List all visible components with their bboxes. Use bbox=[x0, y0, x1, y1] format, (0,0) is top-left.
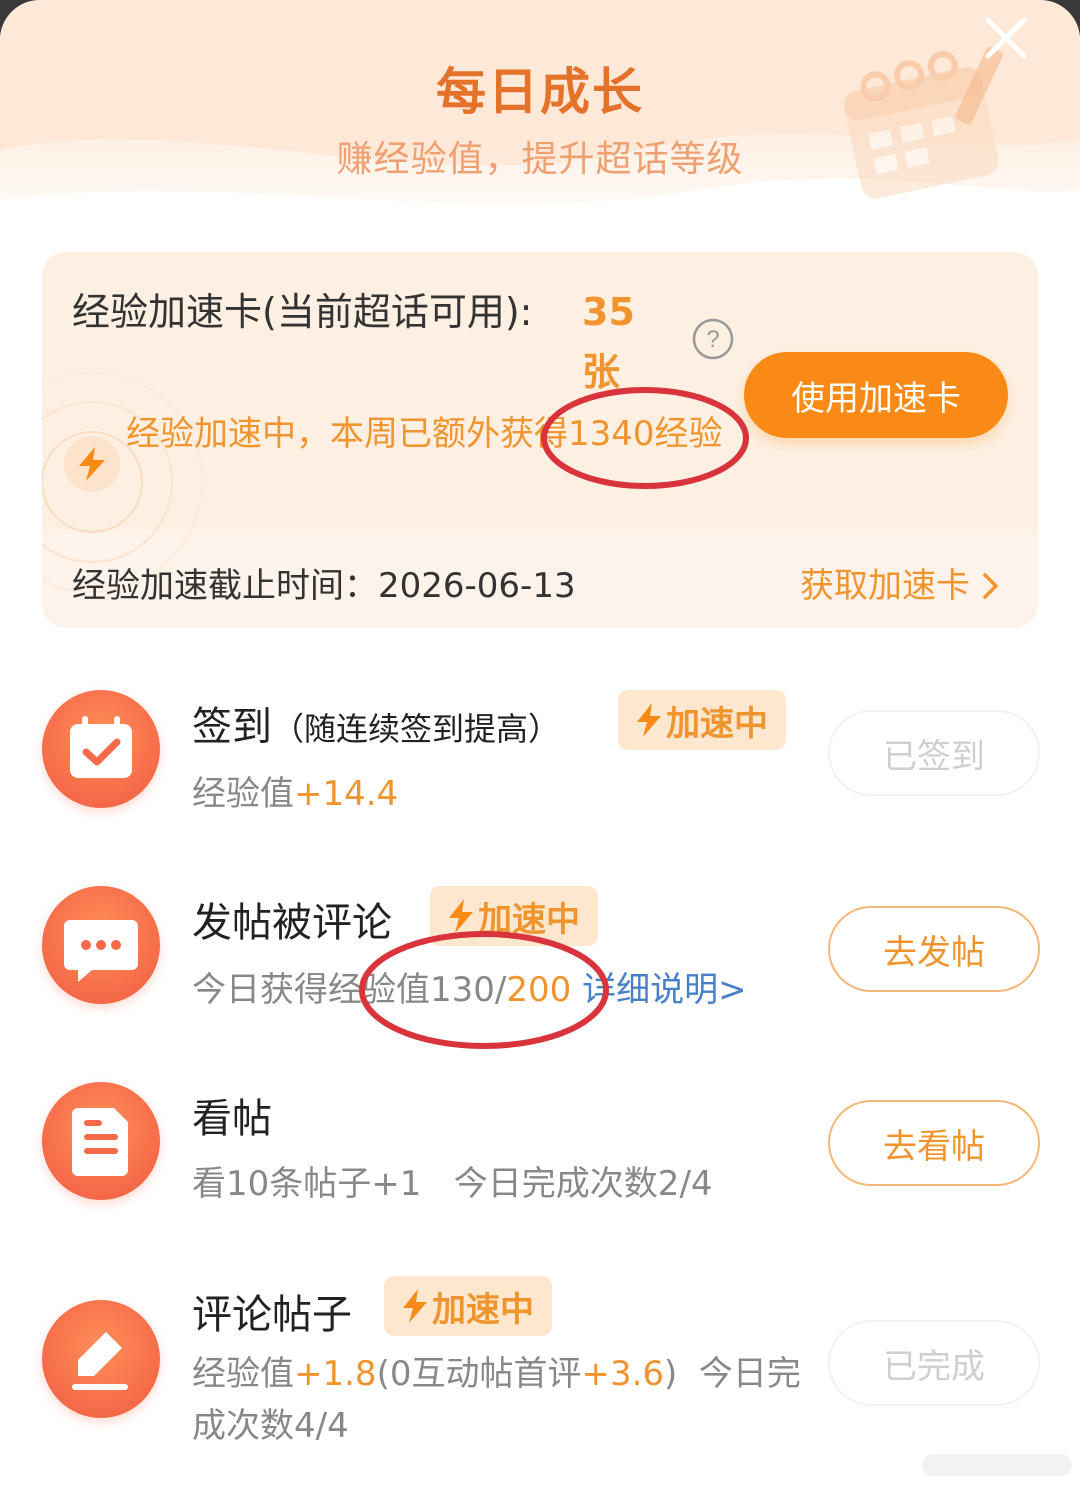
task-icon-post-commented bbox=[42, 886, 160, 1004]
boosting-badge-label: 加速中 bbox=[666, 703, 768, 744]
bolt-icon bbox=[637, 703, 661, 737]
svg-text:?: ? bbox=[706, 326, 719, 353]
task-sub-a: 经验值 bbox=[192, 1354, 294, 1394]
chat-bubble-icon bbox=[64, 920, 138, 982]
task-exp-value: +1.8 bbox=[294, 1354, 377, 1394]
task-note: （随连续签到提高） bbox=[272, 710, 561, 748]
go-post-button[interactable]: 去发帖 bbox=[828, 906, 1040, 992]
close-icon[interactable] bbox=[978, 10, 1034, 66]
task-subtitle: 经验值+14.4 bbox=[192, 766, 398, 815]
chevron-right-icon bbox=[983, 573, 998, 599]
task-title: 评论帖子 bbox=[192, 1292, 352, 1338]
help-icon[interactable]: ? bbox=[692, 318, 734, 360]
bolt-icon bbox=[403, 1289, 427, 1323]
task-title: 看帖 bbox=[192, 1096, 272, 1142]
daily-growth-sheet: 每日成长 赚经验值，提升超话等级 经验加速卡(当前超话可用): 35张 ? 使用… bbox=[0, 0, 1080, 1488]
task-sub-line2: 成次数4/4 bbox=[192, 1406, 349, 1446]
get-boost-card-link[interactable]: 获取加速卡 bbox=[800, 558, 1001, 607]
task-exp-value: +14.4 bbox=[294, 774, 399, 814]
boost-deadline: 经验加速截止时间：2026-06-13 bbox=[72, 558, 576, 607]
task-view-posts: 看帖 看10条帖子+1 今日完成次数2/4 去看帖 bbox=[0, 1072, 1080, 1252]
task-sub-c: (0互动帖首评 bbox=[376, 1354, 582, 1394]
annotation-circle bbox=[359, 931, 609, 1049]
task-comment-posts: 评论帖子 加速中 经验值+1.8(0互动帖首评+3.6) 今日完成次数4/4 已… bbox=[0, 1270, 1080, 1460]
completed-button[interactable]: 已完成 bbox=[828, 1320, 1040, 1406]
task-first-comment-value: +3.6 bbox=[581, 1354, 665, 1394]
get-boost-card-label: 获取加速卡 bbox=[800, 566, 970, 606]
header: 每日成长 赚经验值，提升超话等级 bbox=[0, 0, 1080, 240]
task-title-text: 签到 bbox=[192, 704, 272, 750]
deadline-date: 2026-06-13 bbox=[378, 566, 576, 606]
task-subtitle: 经验值+1.8(0互动帖首评+3.6) 今日完成次数4/4 bbox=[192, 1348, 801, 1452]
boosting-badge: 加速中 bbox=[618, 690, 786, 750]
task-subtitle: 看10条帖子+1 今日完成次数2/4 bbox=[192, 1164, 713, 1204]
boosting-badge: 加速中 bbox=[384, 1276, 552, 1336]
bolt-badge bbox=[64, 436, 120, 492]
edit-pencil-icon bbox=[72, 1332, 128, 1390]
boost-card-label: 经验加速卡(当前超话可用): bbox=[72, 290, 533, 334]
annotation-circle bbox=[541, 387, 749, 489]
deadline-label: 经验加速截止时间： bbox=[72, 566, 378, 606]
document-icon bbox=[72, 1108, 128, 1176]
task-icon-view-posts bbox=[42, 1082, 160, 1200]
boosting-badge-label: 加速中 bbox=[432, 1289, 534, 1330]
go-view-posts-button[interactable]: 去看帖 bbox=[828, 1100, 1040, 1186]
calendar-check-icon bbox=[70, 716, 132, 778]
bolt-icon bbox=[79, 447, 105, 481]
use-boost-card-button[interactable]: 使用加速卡 bbox=[744, 352, 1008, 438]
task-title: 签到（随连续签到提高） bbox=[192, 694, 560, 752]
signed-in-button[interactable]: 已签到 bbox=[828, 710, 1040, 796]
task-sign-in: 签到（随连续签到提高） 加速中 经验值+14.4 已签到 bbox=[0, 680, 1080, 860]
task-sub-e: ) 今日完 bbox=[664, 1354, 801, 1394]
watermark-decoration bbox=[922, 1454, 1072, 1476]
task-icon-comment-posts bbox=[42, 1300, 160, 1418]
task-sub-prefix: 经验值 bbox=[192, 774, 294, 814]
task-icon-sign-in bbox=[42, 690, 160, 808]
